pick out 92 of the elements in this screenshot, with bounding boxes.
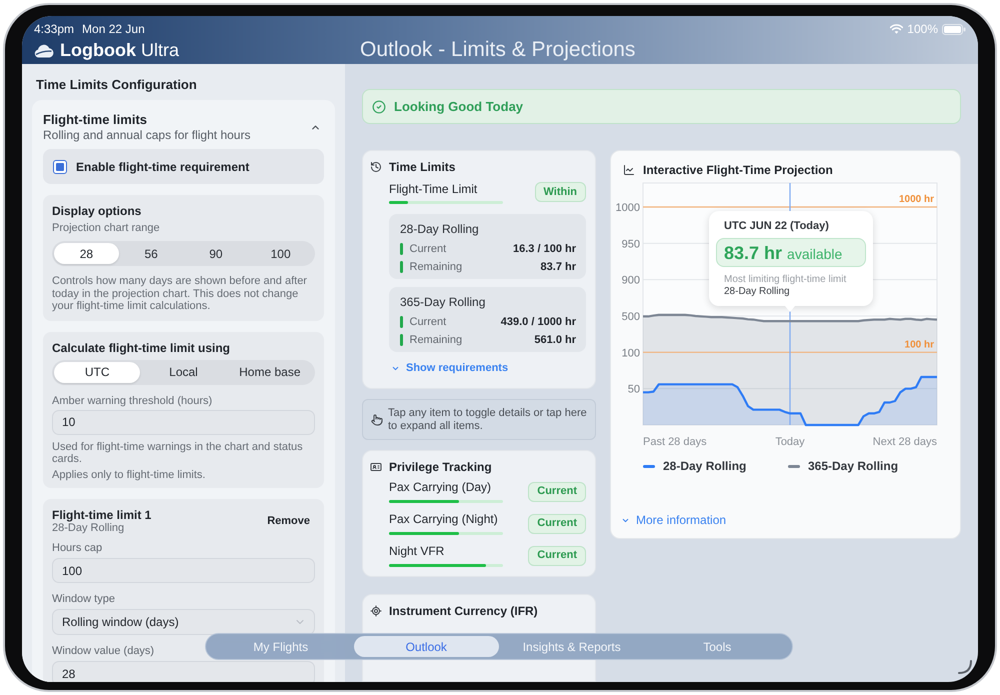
sidebar-title: Time Limits Configuration	[35, 77, 198, 93]
metric-label: Current	[410, 314, 446, 330]
check-circle-icon	[372, 100, 386, 114]
segment-option[interactable]: Local	[140, 362, 227, 382]
banner-text: Looking Good Today	[394, 98, 524, 116]
tooltip-title: UTC JUN 22 (Today)	[723, 220, 829, 233]
metric-label: Remaining	[410, 260, 462, 275]
cloud-logo-icon	[34, 42, 54, 58]
y-axis-label: 50	[628, 384, 640, 396]
input-field[interactable]: 10	[52, 410, 315, 434]
status-badge: Current	[528, 514, 586, 534]
id-card-icon	[370, 461, 382, 473]
legend-label: 365-Day Rolling	[808, 459, 898, 473]
corner-grip-icon	[958, 660, 972, 674]
section-subtitle: Rolling and annual caps for flight hours	[43, 128, 252, 142]
segment-option[interactable]: 56	[118, 243, 184, 264]
limit-label: 100 hr	[904, 339, 934, 350]
field-label: Hours cap	[52, 542, 102, 555]
available-label: available	[787, 246, 842, 262]
card-title: Time Limits	[389, 159, 456, 175]
tooltip-detail: 28-Day Rolling	[723, 286, 790, 298]
checkbox-label: Enable flight-time requirement	[76, 158, 250, 176]
input-field[interactable]: 100	[52, 558, 315, 583]
segment-option[interactable]: UTC	[54, 362, 140, 382]
privilege-label: Pax Carrying (Night)	[389, 512, 498, 527]
metric-label: Remaining	[410, 332, 462, 348]
field-label: Amber warning threshold (hours)	[52, 394, 212, 408]
y-axis-label: 950	[622, 238, 640, 250]
metric-value: 561.0 hr	[534, 332, 576, 348]
metric-value: 439.0 / 1000 hr	[500, 314, 576, 330]
group-title: Calculate flight-time limit using	[52, 340, 230, 354]
level-marker-icon	[400, 243, 402, 255]
y-axis-label: 100	[622, 347, 640, 360]
battery-percent: 100%	[907, 22, 938, 36]
input-field[interactable]: 28	[52, 661, 315, 682]
help-text: Applies only to flight-time limits.	[52, 468, 206, 481]
clock-icon	[370, 161, 382, 173]
app-logo-text: Logbook Ultra	[60, 39, 179, 61]
select-field[interactable]: Rolling window (days)	[52, 609, 315, 635]
section-title: Flight-time limits	[43, 112, 148, 128]
y-axis-label: 1000	[616, 202, 640, 214]
status-time: 4:33pm	[34, 22, 74, 36]
metric-value: 16.3 / 100 hr	[513, 242, 576, 257]
status-date: Mon 22 Jun	[82, 22, 145, 36]
x-axis-label: Past 28 days	[643, 436, 707, 448]
group-title: Display options	[52, 204, 142, 218]
window-title: 28-Day Rolling	[400, 222, 479, 236]
tooltip-caption: Most limiting flight-time limit	[723, 274, 846, 286]
status-badge: Current	[528, 546, 586, 566]
level-marker-icon	[400, 261, 402, 273]
group-subtitle: 28-Day Rolling	[52, 522, 124, 535]
help-text: Controls how many days are shown before and after today in the projection chart. This does not change your flight-time limit calculations.	[52, 275, 308, 312]
wifi-icon	[890, 24, 904, 34]
segment-option[interactable]: 90	[184, 243, 248, 264]
hint-box[interactable]: Tap any item to toggle details or tap here to expand all items.	[362, 399, 596, 440]
limit-label: 1000 hr	[898, 194, 934, 205]
window-title: 365-Day Rolling	[400, 295, 486, 309]
available-hours: 83.7 hr	[724, 242, 782, 262]
level-marker-icon	[400, 316, 402, 328]
privilege-label: Night VFR	[389, 544, 444, 559]
checkbox[interactable]	[53, 160, 67, 174]
status-badge: Within	[534, 182, 586, 202]
battery-icon	[942, 24, 966, 34]
hand-pointer-icon	[371, 414, 383, 426]
field-label: Window value (days)	[52, 645, 154, 658]
card-title: Interactive Flight-Time Projection	[643, 162, 833, 179]
tab[interactable]: Outlook	[354, 636, 499, 657]
status-badge: Current	[528, 482, 586, 502]
segment-option[interactable]: Home base	[226, 362, 313, 382]
group-title: Flight-time limit 1	[52, 508, 152, 522]
more-information-link[interactable]: More information	[621, 513, 726, 527]
crosshair-icon	[370, 605, 382, 617]
metric-label: Current	[410, 242, 446, 257]
remove-button[interactable]: Remove	[267, 513, 310, 530]
privilege-label: Pax Carrying (Day)	[389, 480, 492, 495]
y-axis-label: 900	[622, 274, 640, 287]
level-marker-icon	[400, 334, 402, 346]
card-title: Instrument Currency (IFR)	[389, 603, 538, 619]
page-title: Outlook - Limits & Projections	[359, 38, 636, 62]
line-chart-icon	[623, 164, 635, 176]
legend-label: 28-Day Rolling	[663, 459, 746, 473]
y-axis-label: 500	[622, 311, 640, 323]
field-label: Window type	[52, 593, 115, 606]
x-axis-label: Next 28 days	[872, 436, 937, 448]
metric-value: 83.7 hr	[540, 260, 576, 275]
card-title: Privilege Tracking	[389, 459, 492, 475]
segment-option[interactable]: 100	[248, 243, 313, 264]
x-axis-label: Today	[775, 436, 805, 448]
field-label: Projection chart range	[52, 222, 160, 235]
segment-option[interactable]: 28	[54, 243, 119, 264]
limit-label: Flight-Time Limit	[389, 182, 478, 196]
help-text: Used for flight-time warnings in the chart and status cards.	[52, 440, 304, 466]
